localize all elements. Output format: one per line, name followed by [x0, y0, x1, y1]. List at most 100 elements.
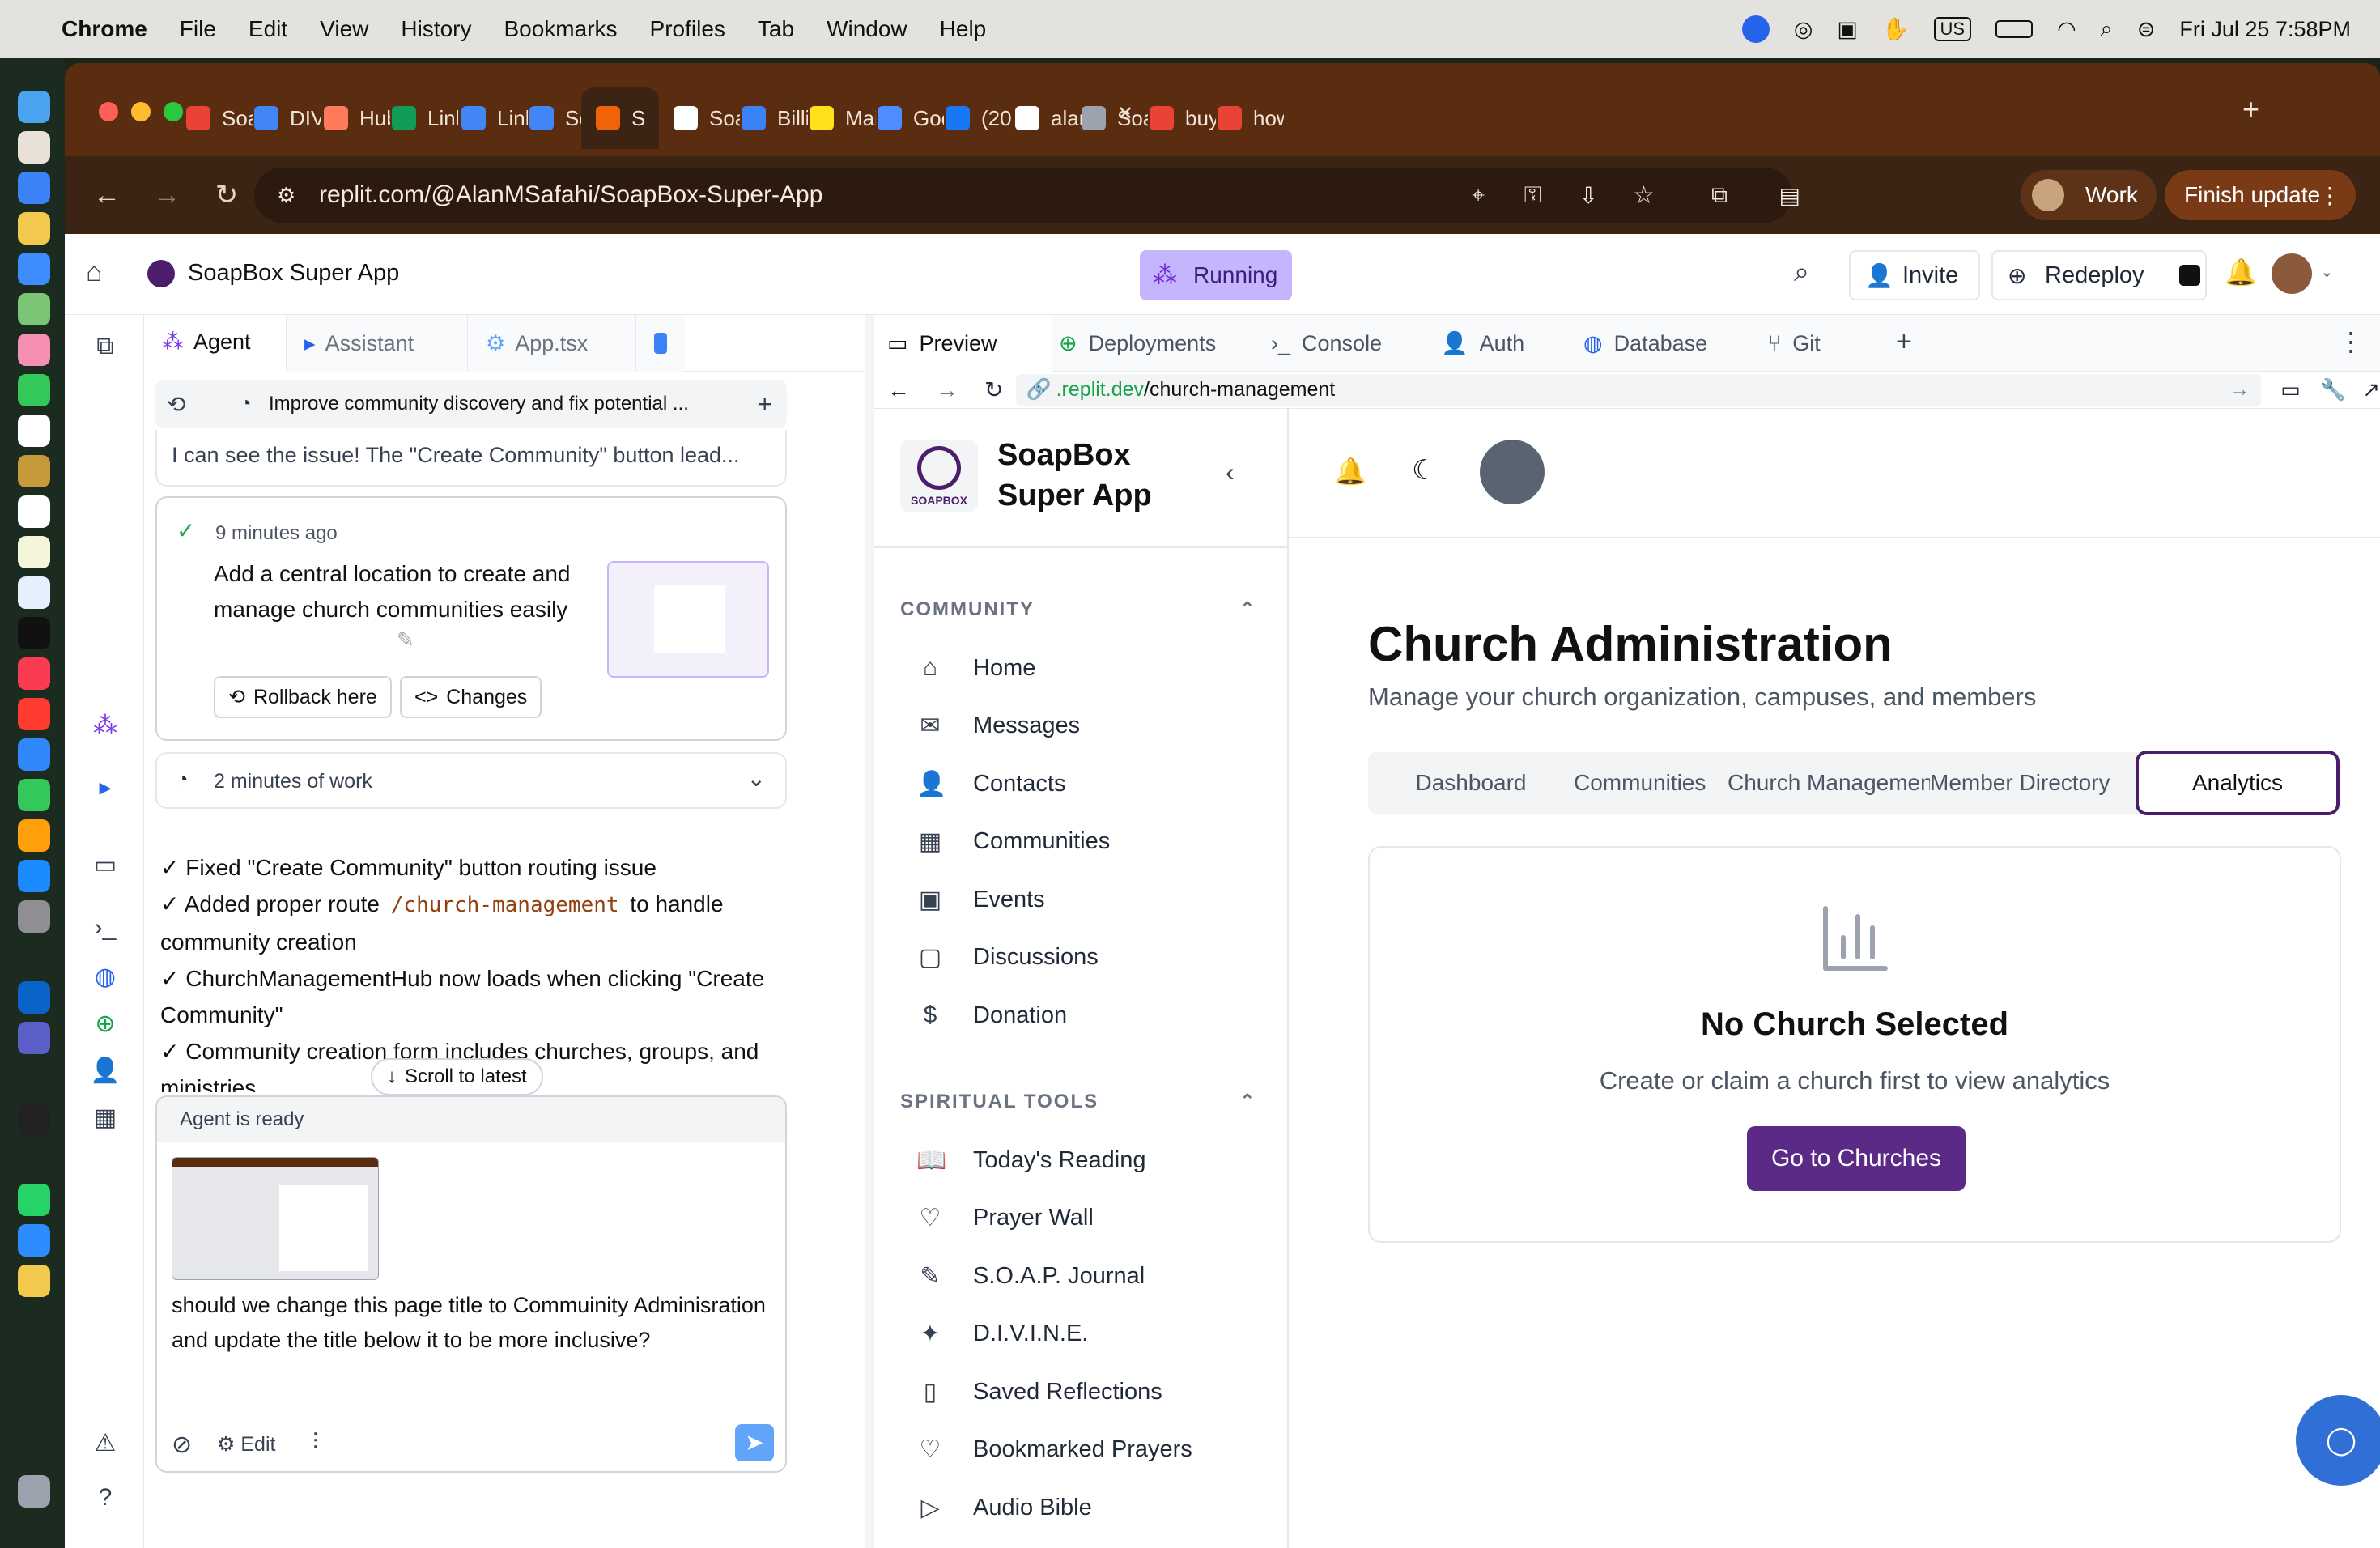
profile-button[interactable]: Work: [2021, 170, 2157, 220]
launchpad-icon[interactable]: [18, 131, 50, 164]
community-section-header[interactable]: COMMUNITY ⌃: [900, 598, 1256, 621]
pencil-icon[interactable]: ✎: [397, 627, 414, 653]
menu-bookmarks[interactable]: Bookmarks: [504, 16, 617, 42]
preview-reload-icon[interactable]: ↻: [984, 376, 1003, 403]
more-options-icon[interactable]: ⋮: [2338, 326, 2364, 357]
calendar-icon[interactable]: [18, 415, 50, 447]
scroll-to-latest-button[interactable]: ↓ Scroll to latest: [371, 1058, 543, 1095]
tab-auth[interactable]: 👤 Auth: [1441, 315, 1524, 372]
finder-icon[interactable]: [18, 91, 50, 123]
tab-database[interactable]: ◍ Database: [1583, 315, 1707, 372]
project-title[interactable]: SoapBox Super App: [188, 260, 399, 287]
music-icon[interactable]: [18, 657, 50, 690]
safari-icon[interactable]: [18, 172, 50, 204]
tab-agent[interactable]: ⁂ Agent: [144, 315, 287, 372]
browser-tab[interactable]: (20+): [946, 87, 1012, 149]
chat-bubble-button[interactable]: ◯: [2296, 1395, 2380, 1486]
browser-tab[interactable]: Billing: [742, 87, 808, 149]
invite-button[interactable]: 👤 Invite: [1849, 250, 1980, 300]
site-info-icon[interactable]: ⚙: [277, 183, 295, 208]
attached-screenshot[interactable]: [172, 1157, 379, 1280]
notes-icon[interactable]: [18, 455, 50, 487]
bookmark-star-icon[interactable]: ☆: [1633, 181, 1655, 210]
tab-assistant[interactable]: ▸ Assistant: [287, 315, 468, 372]
reload-icon[interactable]: ↻: [209, 179, 244, 211]
panel-toggle-icon[interactable]: ⧉: [89, 333, 121, 365]
open-new-tab-icon[interactable]: ↗: [2362, 377, 2380, 402]
sidebar-item-d-i-v-i-n-e[interactable]: ✦ D.I.V.I.N.E.: [916, 1310, 1088, 1359]
sidebar-item-messages[interactable]: ✉ Messages: [916, 702, 1080, 751]
go-arrow-icon[interactable]: →: [2229, 378, 2250, 402]
menu-view[interactable]: View: [320, 16, 368, 42]
location-icon[interactable]: ⌖: [1472, 182, 1485, 209]
spiritual-section-header[interactable]: SPIRITUAL TOOLS ⌃: [900, 1091, 1256, 1113]
sidebar-item-home[interactable]: ⌂ Home: [916, 644, 1035, 692]
collapse-sidebar-icon[interactable]: ‹: [1226, 457, 1235, 487]
sidebar-item-discussions[interactable]: ▢ Discussions: [916, 933, 1099, 982]
bell-icon[interactable]: 🔔: [1334, 456, 1366, 487]
sidebar-item-bookmarked-prayers[interactable]: ♡ Bookmarked Prayers: [916, 1426, 1192, 1474]
install-icon[interactable]: ⇩: [1579, 182, 1598, 209]
rollback-button[interactable]: ⟲ Rollback here: [214, 676, 392, 718]
battery-icon[interactable]: [1995, 20, 2034, 38]
extensions-icon[interactable]: ⧉: [1711, 182, 1728, 209]
zoom-icon[interactable]: [18, 1224, 50, 1257]
run-status-button[interactable]: ⁂ Running: [1140, 250, 1292, 300]
numbers-icon[interactable]: [18, 779, 50, 811]
hand-icon[interactable]: ✋: [1882, 16, 1910, 42]
help-icon[interactable]: ?: [89, 1484, 121, 1516]
menu-window[interactable]: Window: [827, 16, 907, 42]
app-logo[interactable]: SOAPBOX: [900, 440, 978, 512]
teams-icon[interactable]: [18, 1022, 50, 1054]
preview-rail-icon[interactable]: ▭: [89, 851, 121, 883]
sidebar-item-today-s-reading[interactable]: 📖 Today's Reading: [916, 1136, 1146, 1184]
edit-mode-button[interactable]: ⚙ Edit: [217, 1432, 275, 1457]
trash-icon[interactable]: [18, 1475, 50, 1508]
agent-input-field[interactable]: should we change this page title to Comm…: [172, 1288, 771, 1358]
sidebar-item-communities[interactable]: ▦ Communities: [916, 818, 1110, 866]
settings-icon[interactable]: [18, 900, 50, 933]
outlook-icon[interactable]: [18, 981, 50, 1014]
auth-rail-icon[interactable]: 👤: [89, 1057, 121, 1089]
maps-icon[interactable]: [18, 293, 50, 325]
browser-tab[interactable]: Soap: [674, 87, 740, 149]
tab-analytics[interactable]: Analytics: [2136, 751, 2340, 815]
menu-help[interactable]: Help: [940, 16, 987, 42]
attach-icon[interactable]: ⊘: [172, 1431, 192, 1459]
reading-mode-icon[interactable]: ▤: [1779, 182, 1800, 209]
whatsapp-icon[interactable]: [18, 1184, 50, 1216]
close-window-button[interactable]: [99, 102, 118, 121]
console-rail-icon[interactable]: ›_: [89, 914, 121, 946]
home-icon[interactable]: ⌂: [86, 257, 103, 288]
facetime-icon[interactable]: [18, 374, 50, 406]
browser-tab[interactable]: HubS: [324, 87, 390, 149]
tab-git[interactable]: ⑂ Git: [1768, 315, 1821, 372]
forward-icon[interactable]: →: [149, 180, 185, 211]
all-tools-icon[interactable]: ▦: [89, 1104, 121, 1136]
menu-file[interactable]: File: [180, 16, 216, 42]
sidebar-item-audio-bible[interactable]: ▷ Audio Bible: [916, 1483, 1091, 1532]
mail-icon[interactable]: [18, 253, 50, 285]
tab-member-directory[interactable]: Member Directory: [1930, 752, 2123, 814]
menu-tab[interactable]: Tab: [758, 16, 794, 42]
menu-app-name[interactable]: Chrome: [62, 16, 147, 42]
news-icon[interactable]: [18, 698, 50, 730]
preview-back-icon[interactable]: ←: [887, 377, 910, 403]
browser-tab[interactable]: Goog: [878, 87, 944, 149]
chrome-icon[interactable]: [18, 212, 50, 245]
browser-tab[interactable]: Linke: [392, 87, 458, 149]
browser-tab[interactable]: buy li: [1150, 87, 1216, 149]
back-icon[interactable]: ←: [89, 180, 125, 211]
sidebar-item-contacts[interactable]: 👤 Contacts: [916, 759, 1065, 808]
zoom-status-icon[interactable]: [1741, 15, 1770, 43]
menu-extra-icon[interactable]: ▣: [1837, 17, 1858, 42]
preview-forward-icon[interactable]: →: [936, 377, 958, 403]
go-to-churches-button[interactable]: Go to Churches: [1747, 1126, 1966, 1191]
url-field[interactable]: ⚙ replit.com/@AlanMSafahi/SoapBox-Super-…: [254, 168, 1800, 223]
work-summary-card[interactable]: ◔ 2 minutes of work ⌄: [155, 752, 787, 809]
notifications-icon[interactable]: 🔔: [2225, 257, 2257, 287]
agent-rail-icon[interactable]: ⁂: [89, 712, 121, 744]
search-icon[interactable]: ⌕: [1794, 257, 1809, 288]
browser-tab[interactable]: DIVIN: [254, 87, 321, 149]
tab-console[interactable]: ›_ Console: [1271, 315, 1382, 372]
